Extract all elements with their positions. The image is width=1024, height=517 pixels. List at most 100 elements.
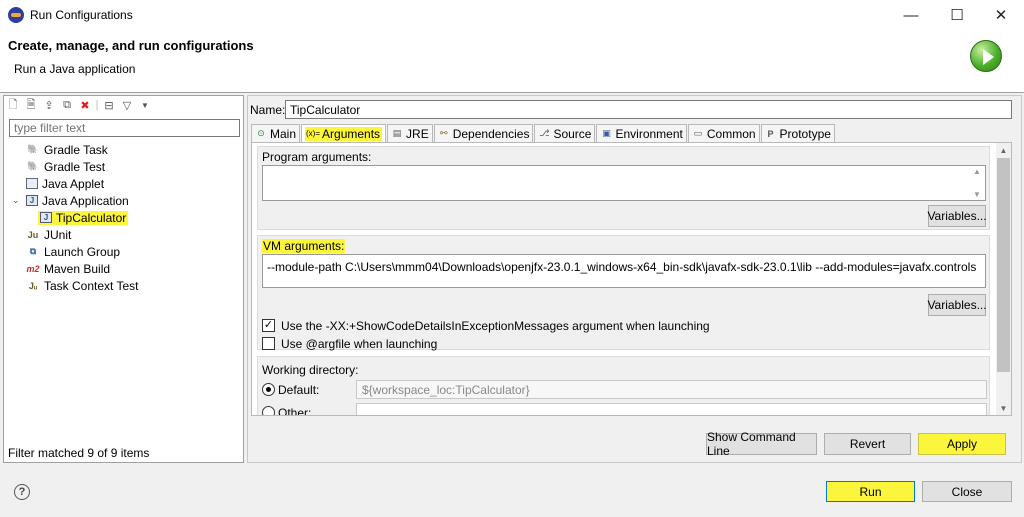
- run-button[interactable]: Run: [826, 481, 915, 502]
- tree-item-label: Java Applet: [42, 176, 105, 191]
- tree-item-junit[interactable]: Ju JUnit: [26, 226, 72, 243]
- tree-item-gradle-task[interactable]: 🐘 Gradle Task: [26, 141, 108, 158]
- tree-item-task-context-test[interactable]: Jᵤ Task Context Test: [26, 277, 139, 294]
- prototype-icon: P: [767, 128, 774, 139]
- tab-label: Prototype: [779, 126, 831, 141]
- maximize-button[interactable]: ☐: [934, 0, 980, 30]
- scroll-down-arrow-icon[interactable]: ▼: [996, 401, 1011, 415]
- duplicate-icon[interactable]: ⧉: [59, 97, 75, 113]
- jre-icon: ▤: [392, 128, 402, 138]
- tree-item-launch-group[interactable]: ⧉ Launch Group: [26, 243, 120, 260]
- eclipse-icon: [8, 7, 24, 23]
- tab-source[interactable]: ⎇ Source: [534, 124, 596, 142]
- tree-item-label: Gradle Task: [44, 142, 108, 157]
- filter-input[interactable]: [9, 119, 240, 137]
- tree-item-label: JUnit: [44, 227, 72, 242]
- view-menu-icon[interactable]: ▼: [137, 97, 153, 113]
- java-app-icon: J: [40, 212, 52, 223]
- show-command-line-button[interactable]: Show Command Line: [706, 430, 817, 458]
- header-title: Create, manage, and run configurations: [8, 38, 254, 53]
- other-directory-field[interactable]: [356, 403, 987, 415]
- default-directory-field: ${workspace_loc:TipCalculator}: [356, 380, 987, 399]
- vm-arguments-input[interactable]: --module-path C:\Users\mmm04\Downloads\o…: [262, 254, 986, 288]
- new-prototype-icon[interactable]: 🗎: [23, 97, 39, 113]
- tab-label: Arguments: [322, 126, 381, 141]
- source-icon: ⎇: [539, 128, 550, 138]
- working-directory-label: Working directory:: [262, 363, 359, 377]
- apply-button[interactable]: Apply: [918, 433, 1006, 455]
- collapse-all-icon[interactable]: ⊟: [101, 97, 117, 113]
- default-radio[interactable]: [262, 383, 275, 396]
- close-button[interactable]: Close: [922, 481, 1012, 502]
- tab-common[interactable]: ▭ Common: [687, 124, 760, 142]
- program-arguments-label: Program arguments:: [262, 150, 372, 164]
- applet-icon: [26, 178, 38, 189]
- main-icon: ⊙: [257, 128, 265, 138]
- tab-label: Common: [706, 126, 756, 141]
- tree-item-label: Gradle Test: [44, 159, 106, 174]
- tree-item-java-application[interactable]: ⌄ J Java Application: [12, 192, 129, 209]
- argfile-checkbox[interactable]: [262, 337, 275, 350]
- tree-item-label: Task Context Test: [44, 278, 139, 293]
- scroll-up-arrow-icon[interactable]: ▲: [996, 143, 1011, 157]
- environment-icon: ▣: [602, 128, 611, 138]
- argfile-label: Use @argfile when launching: [281, 337, 438, 351]
- active-tab-highlight: (x)= Arguments: [305, 126, 383, 141]
- tab-environment[interactable]: ▣ Environment: [596, 124, 687, 142]
- launch-group-icon: ⧉: [29, 246, 37, 256]
- tab-prototype[interactable]: P Prototype: [760, 124, 835, 142]
- task-context-icon: Jᵤ: [28, 280, 38, 291]
- tree-item-tipcalculator[interactable]: J TipCalculator: [38, 209, 129, 226]
- revert-button[interactable]: Revert: [824, 433, 911, 455]
- tab-label: Dependencies: [452, 126, 530, 141]
- delete-icon[interactable]: ✖: [77, 97, 93, 113]
- chevron-down-icon[interactable]: ⌄: [12, 195, 26, 206]
- vm-arguments-value: --module-path C:\Users\mmm04\Downloads\o…: [267, 260, 977, 274]
- minimize-button[interactable]: —: [888, 0, 934, 30]
- program-args-scrollbar[interactable]: ▲ ▼: [970, 167, 984, 199]
- tab-dependencies[interactable]: ⚯ Dependencies: [433, 124, 534, 142]
- other-radio[interactable]: [262, 406, 275, 415]
- program-arguments-input[interactable]: ▲ ▼: [262, 165, 986, 201]
- tree-item-maven-build[interactable]: m2 Maven Build: [26, 260, 110, 277]
- show-code-details-checkbox[interactable]: ✓: [262, 319, 275, 332]
- tree-item-label: Launch Group: [44, 244, 121, 259]
- help-icon[interactable]: ?: [14, 484, 30, 500]
- program-variables-button[interactable]: Variables...: [927, 205, 987, 227]
- tab-arguments[interactable]: (x)= Arguments: [301, 124, 387, 142]
- dependencies-icon: ⚯: [439, 128, 448, 138]
- maven-icon: m2: [26, 263, 40, 274]
- tree-item-gradle-test[interactable]: 🐘 Gradle Test: [26, 158, 105, 175]
- gradle-icon: 🐘: [27, 144, 39, 154]
- config-tabs: ⊙ Main (x)= Arguments ▤ JRE ⚯ Dependenci…: [251, 124, 836, 142]
- filter-icon[interactable]: ▽: [119, 97, 135, 113]
- working-directory-group: Working directory: Default: ${workspace_…: [257, 356, 990, 415]
- tab-label: Source: [553, 126, 592, 141]
- tab-label: JRE: [406, 126, 429, 141]
- close-window-button[interactable]: ✕: [978, 0, 1024, 30]
- window-title: Run Configurations: [30, 8, 133, 22]
- junit-icon: Ju: [27, 229, 39, 240]
- program-arguments-group: Program arguments: ▲ ▼ Variables...: [257, 146, 990, 230]
- filter-status: Filter matched 9 of 9 items: [8, 446, 150, 460]
- tree-item-label: TipCalculator: [56, 210, 127, 225]
- vm-variables-button[interactable]: Variables...: [927, 294, 987, 316]
- name-label: Name:: [250, 103, 286, 117]
- title-bar: [0, 0, 1024, 30]
- tree-item-label: Maven Build: [44, 261, 111, 276]
- tree-item-java-applet[interactable]: Java Applet: [26, 175, 104, 192]
- tab-main[interactable]: ⊙ Main: [251, 124, 301, 142]
- scrollbar-thumb[interactable]: [997, 158, 1010, 372]
- export-icon[interactable]: ⇪: [41, 97, 57, 113]
- new-configuration-icon[interactable]: 🗋: [5, 97, 21, 113]
- tab-jre[interactable]: ▤ JRE: [387, 124, 433, 142]
- vm-arguments-group: VM arguments: --module-path C:\Users\mmm…: [257, 235, 990, 351]
- tab-label: Environment: [615, 126, 683, 141]
- vm-arguments-label: VM arguments:: [262, 239, 346, 253]
- selected-highlight: J TipCalculator: [38, 210, 129, 225]
- separator: |: [95, 99, 99, 111]
- tree-item-label: Java Application: [42, 193, 129, 208]
- tree-toolbar: 🗋 🗎 ⇪ ⧉ ✖ | ⊟ ▽ ▼: [5, 97, 153, 113]
- name-field[interactable]: [285, 100, 1012, 119]
- run-launch-icon: [970, 40, 1002, 72]
